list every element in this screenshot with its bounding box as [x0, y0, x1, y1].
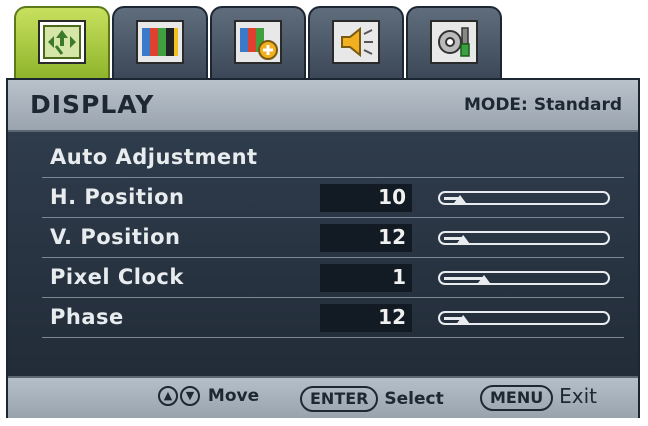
mode-indicator: MODE: Standard	[464, 95, 622, 115]
display-settings-icon	[38, 20, 86, 64]
osd-window: DISPLAY MODE: Standard Auto Adjustment H.…	[6, 78, 640, 418]
slider-graphic	[438, 271, 610, 285]
page-title: DISPLAY	[30, 90, 155, 119]
title-bar: DISPLAY MODE: Standard	[8, 80, 638, 132]
value-text: 12	[378, 225, 406, 249]
menu-item-auto-adjustment[interactable]: Auto Adjustment	[42, 138, 624, 178]
slider-graphic	[438, 191, 610, 205]
value-text: 12	[378, 305, 406, 329]
mode-value: Standard	[533, 95, 622, 115]
value-box: 12	[320, 224, 412, 252]
picture-advanced-icon	[234, 20, 282, 64]
value-text: 1	[392, 265, 406, 289]
value-box: 1	[320, 264, 412, 292]
move-label: Move	[207, 386, 260, 406]
h-position-slider[interactable]	[438, 189, 610, 207]
value-box: 10	[320, 184, 412, 212]
slider-graphic	[438, 231, 610, 245]
move-hint: ▲ ▼ Move	[158, 386, 259, 406]
exit-hint: MENU Exit	[480, 384, 597, 411]
tab-display[interactable]	[14, 6, 110, 78]
mode-label: MODE:	[463, 95, 528, 115]
settings-panel: Auto Adjustment H. Position 10 V. Positi…	[8, 132, 638, 376]
exit-label: Exit	[559, 384, 598, 408]
enter-key[interactable]: ENTER	[300, 386, 379, 412]
menu-item-label: Phase	[50, 305, 124, 329]
speaker-icon	[332, 20, 380, 64]
menu-item-v-position[interactable]: V. Position 12	[42, 218, 624, 258]
phase-slider[interactable]	[438, 309, 610, 327]
menu-item-label: Auto Adjustment	[50, 145, 258, 169]
tab-system[interactable]	[406, 6, 502, 78]
menu-item-label: H. Position	[50, 185, 185, 209]
picture-icon	[136, 20, 184, 64]
footer-bar: ▲ ▼ Move ENTER Select MENU Exit	[8, 376, 638, 418]
down-arrow-icon: ▼	[180, 386, 200, 406]
select-hint: ENTER Select	[300, 386, 444, 412]
tab-audio[interactable]	[308, 6, 404, 78]
v-position-slider[interactable]	[438, 229, 610, 247]
menu-item-h-position[interactable]: H. Position 10	[42, 178, 624, 218]
tab-picture[interactable]	[112, 6, 208, 78]
pixel-clock-slider[interactable]	[438, 269, 610, 287]
slider-graphic	[438, 311, 610, 325]
value-box: 12	[320, 304, 412, 332]
menu-key[interactable]: MENU	[480, 385, 554, 411]
menu-item-label: Pixel Clock	[50, 265, 184, 289]
select-label: Select	[384, 389, 444, 409]
slider-fill	[444, 277, 484, 280]
menu-item-phase[interactable]: Phase 12	[42, 298, 624, 338]
system-settings-icon	[430, 20, 478, 64]
value-text: 10	[378, 185, 406, 209]
menu-item-label: V. Position	[50, 225, 181, 249]
up-arrow-icon: ▲	[158, 386, 178, 406]
menu-item-pixel-clock[interactable]: Pixel Clock 1	[42, 258, 624, 298]
tab-picture-advanced[interactable]	[210, 6, 306, 78]
